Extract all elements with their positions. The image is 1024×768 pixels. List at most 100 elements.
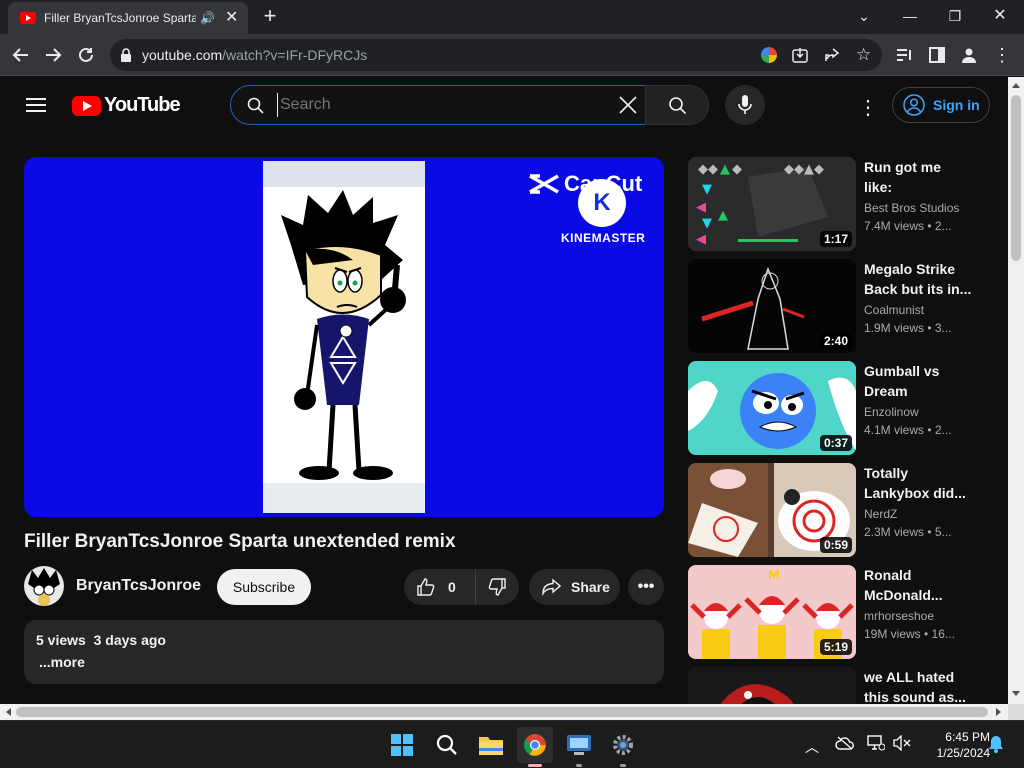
back-arrow-icon[interactable]	[8, 42, 34, 68]
sign-in-button[interactable]: Sign in	[892, 87, 990, 123]
suggested-channel-name[interactable]: mrhorseshoe	[864, 609, 934, 623]
forward-arrow-icon[interactable]	[40, 42, 66, 68]
suggested-video-title[interactable]: Run got me like:	[864, 157, 972, 197]
like-button[interactable]: 0	[404, 569, 476, 605]
browser-tab-strip: Filler BryanTcsJonroe Sparta 🔊 ✕ + ⌄ — ❐…	[0, 0, 1024, 34]
scroll-right-arrow-icon[interactable]	[996, 708, 1001, 716]
notification-bell-icon[interactable]	[988, 735, 1004, 753]
suggested-video-meta: 4.1M views • 2...	[864, 423, 952, 437]
svg-text:◆◆: ◆◆	[698, 162, 718, 177]
horizontal-scroll-thumb[interactable]	[16, 707, 988, 717]
suggested-video[interactable]: ◆◆ ▲ ◆ ◆◆▲◆ ▼ ◀ ▼ ▲ ◀ 1:17 Run got me like: Best Br…	[688, 157, 998, 251]
suggested-video-title[interactable]: Gumball vs Dream	[864, 361, 972, 401]
new-tab-button[interactable]: +	[258, 5, 282, 29]
svg-text:◀: ◀	[696, 200, 706, 215]
search-button[interactable]	[645, 85, 709, 125]
clock-date: 1/25/2024	[936, 746, 990, 760]
side-panel-icon[interactable]	[924, 42, 950, 68]
like-count: 0	[448, 579, 456, 595]
search-box[interactable]	[230, 85, 646, 125]
suggested-video[interactable]: 2:40 Megalo Strike Back but its in... Coal…	[688, 259, 998, 353]
video-player[interactable]: CapCut K KINEMASTER	[24, 157, 664, 517]
scrollbar-corner	[1008, 704, 1024, 720]
taskbar-search-icon[interactable]	[429, 727, 465, 763]
suggested-video-meta: 1.9M views • 3...	[864, 321, 952, 335]
volume-muted-icon[interactable]	[893, 735, 911, 751]
sign-in-label: Sign in	[933, 97, 980, 113]
restore-button[interactable]: ❐	[941, 4, 969, 28]
browser-tab[interactable]: Filler BryanTcsJonroe Sparta 🔊 ✕	[8, 2, 248, 34]
google-lens-icon[interactable]	[761, 47, 777, 63]
channel-name[interactable]: BryanTcsJonroe	[76, 577, 201, 595]
scroll-down-arrow-icon[interactable]	[1012, 691, 1020, 696]
minimize-button[interactable]: —	[896, 4, 924, 28]
onedrive-cloud-icon[interactable]	[835, 736, 855, 750]
vertical-scrollbar[interactable]	[1008, 77, 1024, 704]
lock-icon[interactable]	[120, 48, 132, 62]
windows-start-icon[interactable]	[384, 727, 420, 763]
capcut-logo-icon	[529, 174, 559, 194]
tab-close-button[interactable]: ✕	[225, 10, 238, 26]
vertical-scroll-thumb[interactable]	[1011, 95, 1021, 261]
account-circle-icon	[903, 94, 925, 116]
suggested-video[interactable]: 0:59 Totally Lankybox did... NerdZ 2.3M vie…	[688, 463, 998, 557]
youtube-logo[interactable]: YouTube	[72, 94, 181, 117]
bookmark-star-icon[interactable]: ☆	[856, 45, 871, 65]
chrome-menu-icon[interactable]: ⋮	[989, 42, 1015, 68]
scroll-left-arrow-icon[interactable]	[6, 708, 11, 716]
close-window-button[interactable]: ✕	[986, 4, 1014, 28]
scroll-up-arrow-icon[interactable]	[1012, 83, 1020, 88]
horizontal-scrollbar[interactable]	[0, 704, 1008, 720]
description-more-link[interactable]: ...more	[39, 654, 652, 670]
share-button[interactable]: Share	[529, 569, 620, 605]
remote-desktop-icon[interactable]	[561, 727, 597, 767]
subscribe-button[interactable]: Subscribe	[217, 569, 311, 605]
clear-search-icon[interactable]	[619, 96, 637, 114]
file-explorer-icon[interactable]	[473, 727, 509, 763]
suggested-channel-name[interactable]: NerdZ	[864, 507, 897, 521]
suggested-video-meta: 7.4M views • 2...	[864, 219, 952, 233]
address-bar[interactable]: youtube.com/watch?v=IFr-DFyRCJs ☆	[110, 39, 882, 71]
channel-avatar[interactable]	[24, 566, 64, 606]
suggested-channel-name[interactable]: Enzolinow	[864, 405, 919, 419]
search-input[interactable]	[277, 93, 597, 117]
suggested-video[interactable]: M 5:19 Ronald McDonald... mrhorseshoe 19M vi…	[688, 565, 998, 659]
dislike-button[interactable]	[476, 569, 518, 605]
show-hidden-icons-chevron-icon[interactable]: ︿	[805, 737, 819, 757]
suggested-video-title[interactable]: Totally Lankybox did...	[864, 463, 972, 503]
video-thumbnail[interactable]: 0:59	[688, 463, 856, 557]
network-icon[interactable]	[867, 735, 885, 751]
browser-toolbar: youtube.com/watch?v=IFr-DFyRCJs ☆ ⋮	[0, 34, 1024, 76]
suggested-video[interactable]: 0:37 Gumball vs Dream Enzolinow 4.1M views …	[688, 361, 998, 455]
video-thumbnail[interactable]: 2:40	[688, 259, 856, 353]
install-app-icon[interactable]	[792, 47, 808, 63]
svg-text:◆: ◆	[732, 162, 742, 177]
reading-list-icon[interactable]	[892, 42, 918, 68]
description-box[interactable]: 5 views 3 days ago ...more	[24, 620, 664, 684]
profile-icon[interactable]	[956, 42, 982, 68]
url-text[interactable]: youtube.com/watch?v=IFr-DFyRCJs	[142, 47, 367, 63]
youtube-play-logo-icon	[72, 95, 101, 116]
video-thumbnail[interactable]	[688, 667, 856, 704]
settings-gear-icon[interactable]	[605, 727, 641, 767]
hamburger-menu-icon[interactable]	[26, 97, 46, 113]
suggested-video-title[interactable]: Megalo Strike Back but its in...	[864, 259, 972, 299]
search-icon	[668, 96, 687, 115]
suggested-video-title[interactable]: Ronald McDonald...	[864, 565, 972, 605]
suggested-video[interactable]: we ALL hated this sound as...	[688, 667, 998, 704]
audio-playing-icon[interactable]: 🔊	[200, 11, 215, 25]
chrome-taskbar-icon[interactable]	[517, 727, 553, 767]
tab-search-chevron-icon[interactable]: ⌄	[850, 4, 878, 28]
video-thumbnail[interactable]: M 5:19	[688, 565, 856, 659]
system-clock[interactable]: 6:45 PM 1/25/2024	[918, 729, 990, 761]
suggested-channel-name[interactable]: Coalmunist	[864, 303, 924, 317]
voice-search-button[interactable]	[725, 85, 765, 125]
share-page-icon[interactable]	[824, 47, 840, 63]
video-thumbnail[interactable]: ◆◆ ▲ ◆ ◆◆▲◆ ▼ ◀ ▼ ▲ ◀ 1:17	[688, 157, 856, 251]
suggested-video-title[interactable]: we ALL hated this sound as...	[864, 667, 972, 704]
settings-more-icon[interactable]: ⋮	[858, 95, 878, 120]
reload-icon[interactable]	[73, 42, 99, 68]
more-actions-icon[interactable]: •••	[628, 569, 664, 605]
suggested-channel-name[interactable]: Best Bros Studios	[864, 201, 959, 215]
video-thumbnail[interactable]: 0:37	[688, 361, 856, 455]
